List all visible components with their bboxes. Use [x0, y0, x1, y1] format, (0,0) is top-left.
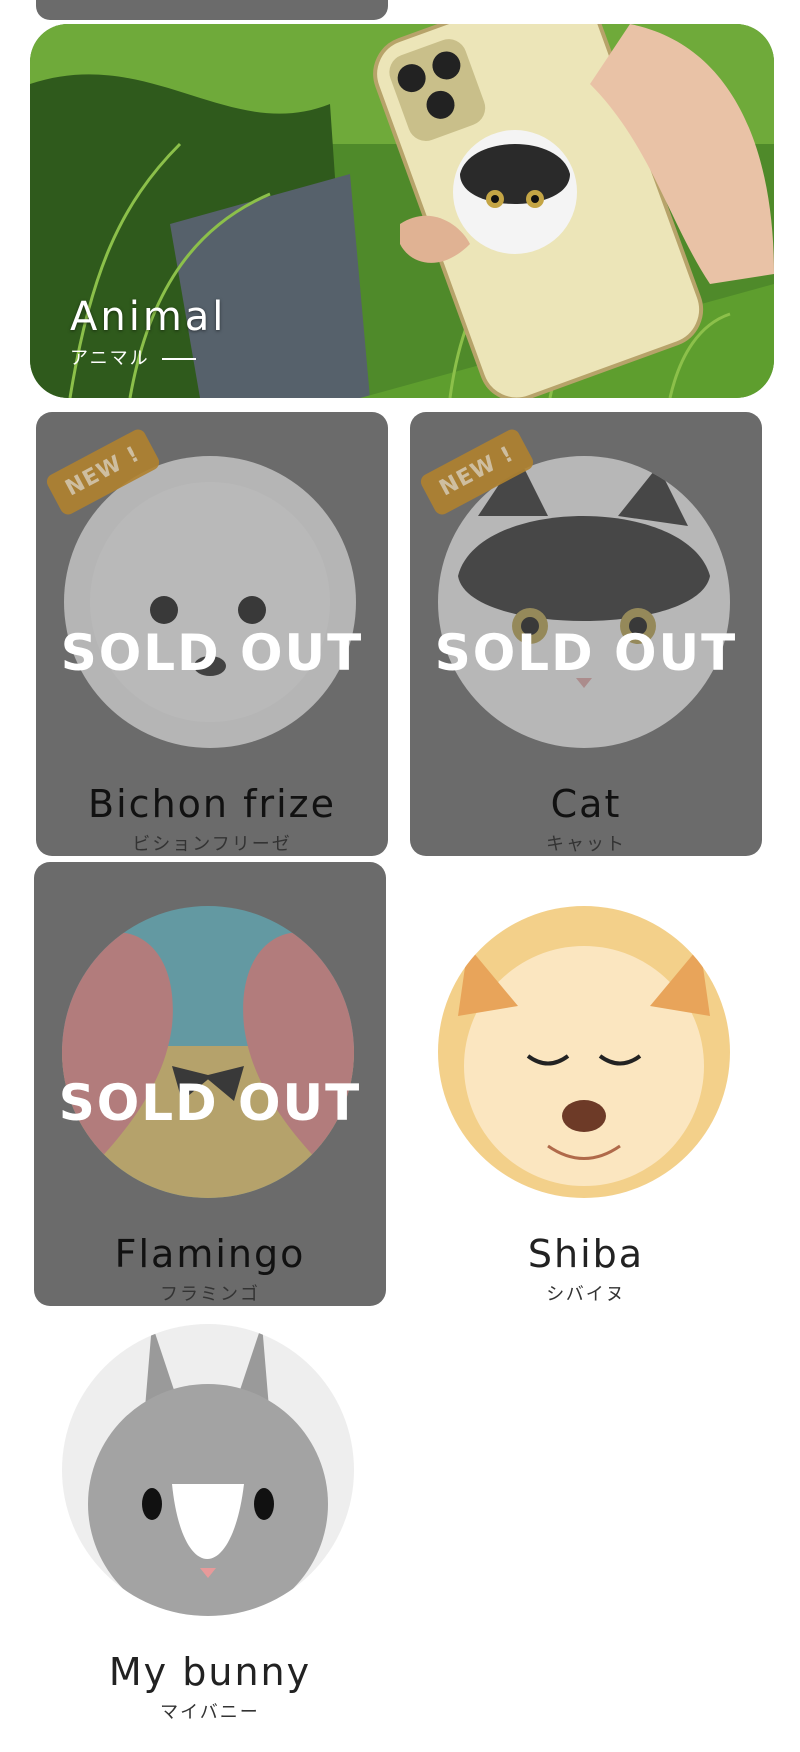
- product-kana: シバイヌ: [546, 1284, 626, 1305]
- banner-photo: [30, 24, 774, 398]
- product-name: Cat: [550, 782, 622, 826]
- product-name: Shiba: [527, 1232, 645, 1276]
- product-card-my-bunny[interactable]: My bunny マイバニー: [34, 1280, 386, 1724]
- product-image-bichon-frize: [64, 456, 356, 748]
- product-card-cat[interactable]: NEW ! SOLD OUT Cat キャット: [410, 412, 762, 856]
- product-card-bichon-frize[interactable]: NEW ! SOLD OUT Bichon frize ビションフリーゼ: [36, 412, 388, 856]
- banner-title: Animal: [70, 294, 227, 340]
- soldout-label: SOLD OUT: [434, 624, 738, 682]
- product-name: My bunny: [108, 1650, 312, 1694]
- product-kana: マイバニー: [160, 1702, 260, 1723]
- previous-category-card[interactable]: [36, 0, 388, 20]
- product-card-flamingo[interactable]: SOLD OUT Flamingo フラミンゴ: [34, 862, 386, 1306]
- banner-subtitle: アニマル: [70, 344, 196, 370]
- product-kana: キャット: [546, 834, 626, 855]
- product-image-flamingo: [62, 906, 354, 1198]
- product-name: Bichon frize: [88, 782, 336, 826]
- product-card-shiba[interactable]: Shiba シバイヌ: [410, 862, 762, 1306]
- product-image-cat: [438, 456, 730, 748]
- product-image-my-bunny: [62, 1324, 354, 1616]
- product-kana: ビションフリーゼ: [132, 834, 292, 855]
- animal-category-banner[interactable]: Animal アニマル: [30, 24, 774, 398]
- soldout-label: SOLD OUT: [60, 624, 364, 682]
- product-image-shiba: [438, 906, 730, 1198]
- soldout-label: SOLD OUT: [58, 1074, 362, 1132]
- product-name: Flamingo: [114, 1232, 306, 1276]
